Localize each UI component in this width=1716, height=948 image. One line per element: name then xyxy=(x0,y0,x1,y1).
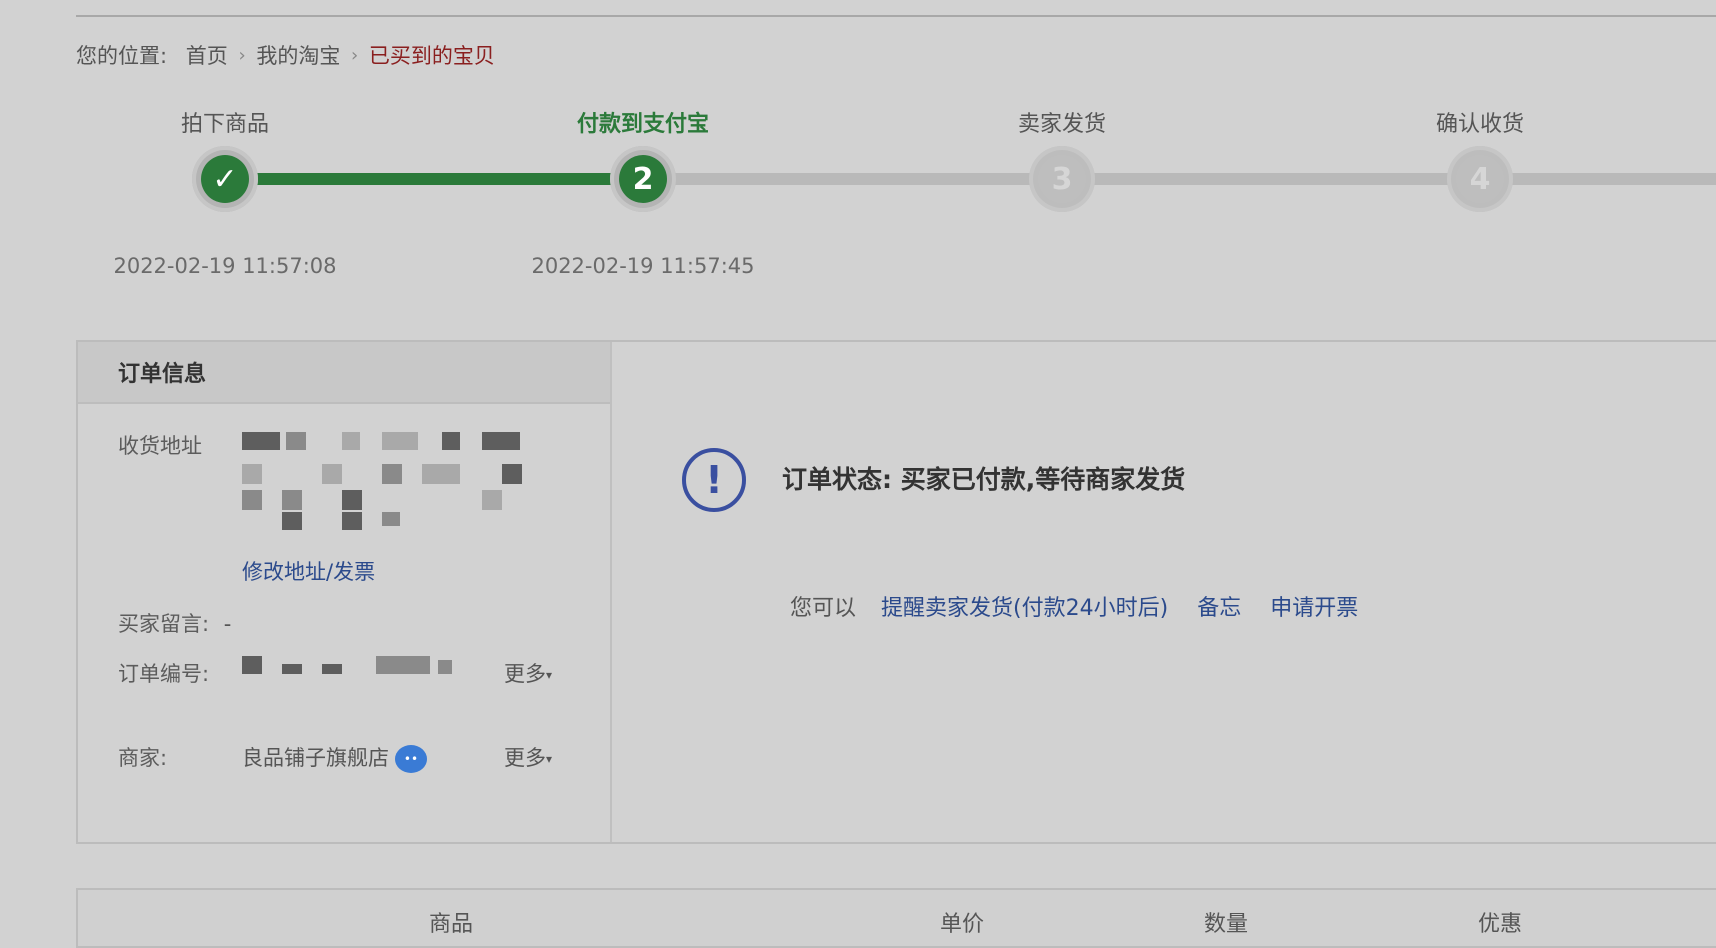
order-number-redacted xyxy=(242,656,462,680)
caret-down-icon: ▾ xyxy=(546,752,553,766)
merchant-more-button[interactable]: 更多▾ xyxy=(504,742,552,772)
address-value-redacted xyxy=(242,432,562,532)
remind-seller-link[interactable]: 提醒卖家发货(付款24小时后) xyxy=(881,596,1168,621)
order-info-title: 订单信息 xyxy=(78,342,610,404)
column-header-product: 商品 xyxy=(428,912,474,937)
merchant-name[interactable]: 良品铺子旗舰店 xyxy=(242,746,389,770)
step-node-4: 4 xyxy=(1447,146,1513,212)
more-label: 更多 xyxy=(504,662,546,686)
order-actions: 您可以 提醒卖家发货(付款24小时后) 备忘 申请开票 xyxy=(790,590,1380,622)
order-progress: 拍下商品 付款到支付宝 卖家发货 确认收货 ✓ 2 3 4 2022-02-19… xyxy=(0,0,1716,300)
step-label-confirm-receipt: 确认收货 xyxy=(1435,112,1525,137)
step-label-place-order: 拍下商品 xyxy=(180,112,270,137)
merchant-label: 商家: xyxy=(118,746,168,770)
buyer-note-row: 买家留言: - xyxy=(118,608,231,638)
step-node-3: 3 xyxy=(1029,146,1095,212)
chat-icon[interactable]: •• xyxy=(395,745,427,773)
caret-down-icon: ▾ xyxy=(546,668,553,682)
request-invoice-link[interactable]: 申请开票 xyxy=(1270,596,1358,621)
column-header-discount: 优惠 xyxy=(1477,912,1523,937)
step-time-place-order: 2022-02-19 11:57:08 xyxy=(113,254,337,278)
column-header-unit-price: 单价 xyxy=(939,912,985,937)
step-number: 4 xyxy=(1456,155,1504,203)
progress-track-completed xyxy=(225,173,643,185)
edit-address-link[interactable]: 修改地址/发票 xyxy=(242,556,375,586)
step-number: 2 xyxy=(619,155,667,203)
order-info-column: 订单信息 收货地址 修改地址/发票 买家留言: - 订单编号: 更多▾ 商家: … xyxy=(78,342,612,842)
progress-track-pending xyxy=(643,173,1716,185)
order-status-text: 订单状态: 买家已付款,等待商家发货 xyxy=(782,465,1186,494)
address-label: 收货地址 xyxy=(118,434,202,458)
actions-prefix: 您可以 xyxy=(790,596,857,621)
column-header-quantity: 数量 xyxy=(1203,912,1249,937)
order-number-label: 订单编号: xyxy=(118,662,210,686)
step-time-payment: 2022-02-19 11:57:45 xyxy=(531,254,755,278)
order-number-more-button[interactable]: 更多▾ xyxy=(504,658,552,688)
more-label: 更多 xyxy=(504,746,546,770)
goods-table-header: 商品 单价 数量 优惠 xyxy=(76,888,1716,948)
step-label-shipping: 卖家发货 xyxy=(1017,112,1107,137)
step-number: 3 xyxy=(1038,155,1086,203)
exclamation-circle-icon: ! xyxy=(682,448,746,512)
buyer-note-value: - xyxy=(223,612,232,636)
step-label-payment: 付款到支付宝 xyxy=(576,112,710,137)
step-node-1: ✓ xyxy=(192,146,258,212)
step-node-2: 2 xyxy=(610,146,676,212)
buyer-note-label: 买家留言: xyxy=(118,612,210,636)
memo-link[interactable]: 备忘 xyxy=(1197,596,1241,621)
merchant-row: 良品铺子旗舰店 •• xyxy=(242,742,427,773)
check-icon: ✓ xyxy=(201,155,249,203)
order-info-panel: 订单信息 收货地址 修改地址/发票 买家留言: - 订单编号: 更多▾ 商家: … xyxy=(76,340,1716,844)
